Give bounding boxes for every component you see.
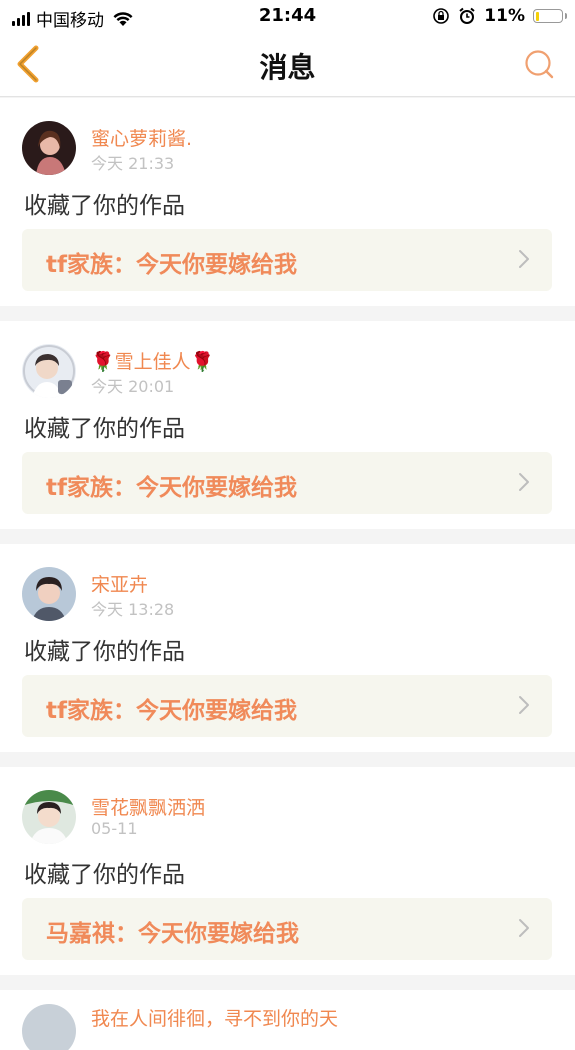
work-title: tf家族：今天你要嫁给我: [46, 252, 298, 278]
battery-fill: [535, 11, 539, 21]
username[interactable]: 我在人间徘徊，寻不到你的天: [91, 1004, 338, 1031]
work-link[interactable]: 马嘉祺：今天你要嫁给我: [22, 898, 552, 960]
search-icon: [525, 50, 554, 79]
search-button[interactable]: [523, 48, 555, 80]
orientation-lock-icon: [433, 8, 450, 24]
chevron-right-icon: [519, 250, 529, 268]
work-link[interactable]: tf家族：今天你要嫁给我: [22, 229, 552, 291]
avatar[interactable]: [22, 1004, 76, 1050]
message-action: 收藏了你的作品: [24, 862, 185, 888]
battery-percent: 11%: [484, 6, 525, 26]
work-link[interactable]: tf家族：今天你要嫁给我: [22, 675, 552, 737]
avatar[interactable]: [22, 121, 76, 175]
message-card: 蜜心萝莉酱. 今天 21:33 收藏了你的作品 tf家族：今天你要嫁给我: [0, 98, 575, 306]
message-action: 收藏了你的作品: [24, 193, 185, 219]
message-time: 今天 13:28: [91, 600, 175, 619]
work-link[interactable]: tf家族：今天你要嫁给我: [22, 452, 552, 514]
chevron-right-icon: [519, 919, 529, 937]
chevron-right-icon: [519, 696, 529, 714]
chevron-right-icon: [519, 473, 529, 491]
avatar-image: [22, 344, 76, 398]
message-action: 收藏了你的作品: [24, 416, 185, 442]
work-title: 马嘉祺：今天你要嫁给我: [46, 921, 299, 947]
message-time: 05-11: [91, 819, 138, 838]
username[interactable]: 雪花飘飘洒洒: [91, 793, 205, 820]
work-title: tf家族：今天你要嫁给我: [46, 475, 298, 501]
avatar-image: [22, 790, 76, 844]
message-card-partial: 我在人间徘徊，寻不到你的天: [0, 990, 575, 1050]
battery-icon: [533, 9, 567, 23]
avatar-image: [22, 1004, 76, 1050]
username[interactable]: 宋亚卉: [91, 570, 148, 597]
message-time: 今天 20:01: [91, 377, 175, 396]
avatar[interactable]: [22, 790, 76, 844]
avatar-image: [22, 567, 76, 621]
username[interactable]: 蜜心萝莉酱.: [91, 124, 192, 151]
status-bar: 中国移动 21:44 11%: [0, 0, 575, 32]
avatar-image: [22, 121, 76, 175]
nav-bar: 消息: [0, 32, 575, 97]
message-time: 今天 21:33: [91, 154, 175, 173]
message-card: 雪花飘飘洒洒 05-11 收藏了你的作品 马嘉祺：今天你要嫁给我: [0, 767, 575, 975]
message-card: 宋亚卉 今天 13:28 收藏了你的作品 tf家族：今天你要嫁给我: [0, 544, 575, 752]
avatar[interactable]: [22, 344, 76, 398]
message-list: 蜜心萝莉酱. 今天 21:33 收藏了你的作品 tf家族：今天你要嫁给我 🌹雪上…: [0, 98, 575, 1050]
status-right: 11%: [432, 6, 567, 26]
alarm-icon: [459, 7, 475, 24]
message-action: 收藏了你的作品: [24, 639, 185, 665]
work-title: tf家族：今天你要嫁给我: [46, 698, 298, 724]
message-card: 🌹雪上佳人🌹 今天 20:01 收藏了你的作品 tf家族：今天你要嫁给我: [0, 321, 575, 529]
page-title: 消息: [259, 51, 316, 84]
avatar[interactable]: [22, 567, 76, 621]
username[interactable]: 🌹雪上佳人🌹: [91, 347, 214, 374]
